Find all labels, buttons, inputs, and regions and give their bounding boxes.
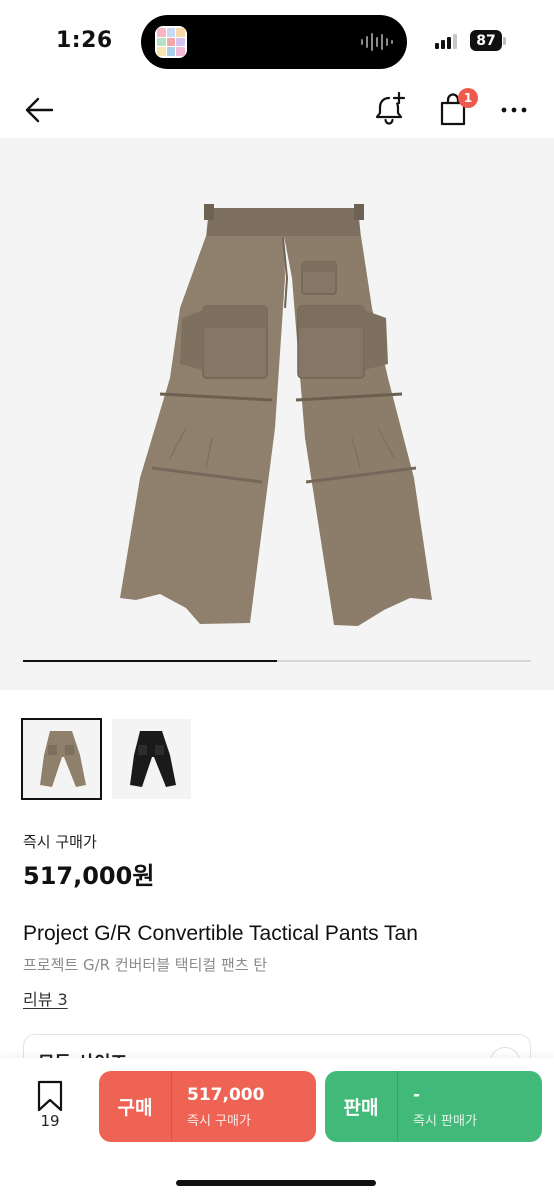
cart-count-badge: 1 (458, 88, 478, 108)
back-arrow-icon[interactable] (22, 92, 58, 128)
product-image (120, 204, 432, 626)
more-dots-icon[interactable] (500, 100, 530, 120)
home-indicator (176, 1180, 376, 1186)
buy-button-sub: 즉시 구매가 (187, 1114, 251, 1129)
carousel-progress (23, 660, 531, 662)
buy-button-label: 구매 (117, 1097, 153, 1119)
battery-level: 87 (476, 32, 496, 49)
buy-button-price: 517,000 (187, 1085, 265, 1105)
dynamic-island (141, 15, 407, 69)
thumbnail-black-image (130, 731, 176, 787)
review-link[interactable]: 리뷰 3 (23, 986, 68, 1010)
product-image-carousel[interactable] (0, 138, 554, 690)
sell-button-sub: 즉시 판매가 (413, 1114, 477, 1129)
sell-button-divider (397, 1071, 398, 1142)
cellular-signal-icon (435, 33, 457, 49)
product-name-en: Project G/R Convertible Tactical Pants T… (23, 922, 418, 945)
bookmark-count: 19 (40, 1112, 60, 1130)
audio-wave-icon (361, 32, 393, 52)
sell-button-label: 판매 (343, 1097, 379, 1119)
bookmark-icon (37, 1080, 63, 1112)
buy-button[interactable]: 구매 517,000 즉시 구매가 (99, 1071, 316, 1142)
status-time: 1:26 (56, 28, 113, 53)
buy-button-divider (171, 1071, 172, 1142)
app-thumbnail-icon (155, 26, 187, 58)
instant-buy-price-label: 즉시 구매가 (23, 833, 97, 851)
carousel-progress-fill (23, 660, 277, 662)
battery-icon: 87 (470, 30, 502, 51)
thumbnail-tan[interactable] (21, 718, 102, 800)
product-name-ko: 프로젝트 G/R 컨버터블 택티컬 팬츠 탄 (23, 956, 268, 974)
instant-buy-price: 517,000원 (23, 862, 155, 890)
bell-plus-icon[interactable] (372, 90, 410, 128)
thumbnail-tan-image (40, 731, 86, 787)
status-bar: 1:26 87 (0, 0, 554, 84)
battery-tip (503, 37, 506, 45)
sell-button-price: - (413, 1085, 421, 1105)
bookmark-button[interactable]: 19 (30, 1080, 70, 1132)
thumbnail-black[interactable] (112, 719, 191, 799)
sell-button[interactable]: 판매 - 즉시 판매가 (325, 1071, 542, 1142)
